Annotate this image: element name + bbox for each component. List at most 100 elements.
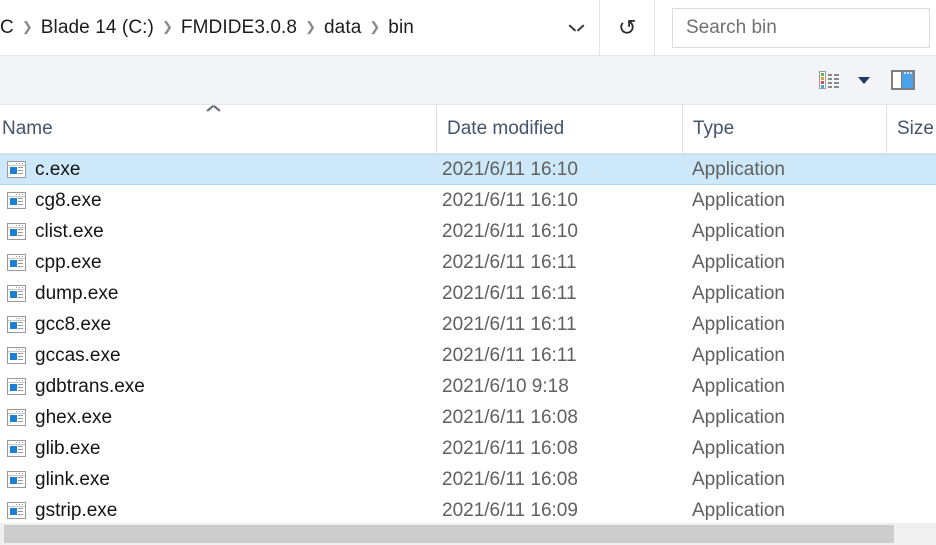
- breadcrumb-item-drive[interactable]: Blade 14 (C:): [38, 15, 157, 41]
- breadcrumb[interactable]: C ❯ Blade 14 (C:) ❯ FMDIDE3.0.8 ❯ data ❯…: [0, 8, 599, 48]
- breadcrumb-separator-icon: ❯: [364, 20, 385, 33]
- view-options-dropdown-button[interactable]: [850, 62, 878, 98]
- file-type-cell: Application: [682, 314, 886, 336]
- application-exe-icon: [7, 316, 26, 333]
- file-type-cell: Application: [682, 190, 886, 212]
- file-name-label: dump.exe: [26, 283, 118, 305]
- file-name-cell: dump.exe: [0, 283, 436, 305]
- breadcrumb-item-c[interactable]: C: [1, 15, 17, 41]
- file-date-cell: 2021/6/11 16:10: [436, 159, 682, 181]
- table-row[interactable]: glink.exe 2021/6/11 16:08 Application: [0, 464, 936, 495]
- column-header-date-modified[interactable]: Date modified: [436, 105, 682, 153]
- file-date-cell: 2021/6/11 16:09: [436, 500, 682, 522]
- table-row[interactable]: cg8.exe 2021/6/11 16:10 Application: [0, 185, 936, 216]
- file-name-cell: gdbtrans.exe: [0, 376, 436, 398]
- file-name-cell: clist.exe: [0, 221, 436, 243]
- file-name-label: ghex.exe: [26, 407, 112, 429]
- view-controls-group: [808, 56, 936, 104]
- column-header-date-label: Date modified: [447, 118, 564, 140]
- file-name-label: clist.exe: [26, 221, 104, 243]
- file-name-cell: glink.exe: [0, 469, 436, 491]
- file-type-cell: Application: [682, 438, 886, 460]
- breadcrumb-item-data[interactable]: data: [321, 15, 364, 41]
- file-name-label: glib.exe: [26, 438, 101, 460]
- application-exe-icon: [7, 254, 26, 271]
- file-type-cell: Application: [682, 407, 886, 429]
- file-name-label: cpp.exe: [26, 252, 102, 274]
- application-exe-icon: [7, 502, 26, 519]
- preview-pane-icon: [891, 70, 915, 90]
- file-date-cell: 2021/6/11 16:08: [436, 438, 682, 460]
- view-toolbar: [0, 56, 936, 105]
- file-date-cell: 2021/6/11 16:11: [436, 314, 682, 336]
- file-type-cell: Application: [682, 376, 886, 398]
- application-exe-icon: [7, 440, 26, 457]
- details-view-button[interactable]: [808, 62, 850, 98]
- breadcrumb-item-bin[interactable]: bin: [385, 15, 417, 41]
- file-explorer-window: C ❯ Blade 14 (C:) ❯ FMDIDE3.0.8 ❯ data ❯…: [0, 0, 936, 545]
- refresh-button[interactable]: ↻: [599, 0, 655, 56]
- table-row[interactable]: ghex.exe 2021/6/11 16:08 Application: [0, 402, 936, 433]
- file-type-cell: Application: [682, 221, 886, 243]
- table-row[interactable]: c.exe 2021/6/11 16:10 Application: [0, 154, 936, 185]
- search-input[interactable]: [673, 8, 929, 48]
- column-header-size[interactable]: Size: [886, 105, 936, 153]
- breadcrumb-separator-icon: ❯: [157, 20, 178, 33]
- breadcrumb-list: C ❯ Blade 14 (C:) ❯ FMDIDE3.0.8 ❯ data ❯…: [1, 15, 554, 41]
- file-name-label: gccas.exe: [26, 345, 121, 367]
- file-date-cell: 2021/6/11 16:11: [436, 252, 682, 274]
- chevron-down-icon: [570, 24, 583, 32]
- file-name-label: gcc8.exe: [26, 314, 111, 336]
- application-exe-icon: [7, 409, 26, 426]
- file-name-cell: c.exe: [0, 159, 436, 181]
- application-exe-icon: [7, 378, 26, 395]
- file-name-cell: gccas.exe: [0, 345, 436, 367]
- column-header-type[interactable]: Type: [682, 105, 886, 153]
- file-date-cell: 2021/6/11 16:10: [436, 221, 682, 243]
- file-date-cell: 2021/6/11 16:08: [436, 469, 682, 491]
- breadcrumb-separator-icon: ❯: [17, 20, 38, 33]
- file-name-cell: gstrip.exe: [0, 500, 436, 522]
- file-type-cell: Application: [682, 469, 886, 491]
- file-list[interactable]: c.exe 2021/6/11 16:10 Application cg8.ex…: [0, 154, 936, 523]
- horizontal-scrollbar-thumb[interactable]: [4, 525, 894, 543]
- table-row[interactable]: glib.exe 2021/6/11 16:08 Application: [0, 433, 936, 464]
- column-header-name[interactable]: Name: [0, 105, 436, 153]
- file-date-cell: 2021/6/11 16:10: [436, 190, 682, 212]
- file-type-cell: Application: [682, 345, 886, 367]
- column-header-size-label: Size: [897, 118, 934, 140]
- application-exe-icon: [7, 161, 26, 178]
- table-row[interactable]: gdbtrans.exe 2021/6/10 9:18 Application: [0, 371, 936, 402]
- breadcrumb-item-fmdide[interactable]: FMDIDE3.0.8: [178, 15, 300, 41]
- table-row[interactable]: gccas.exe 2021/6/11 16:11 Application: [0, 340, 936, 371]
- sort-ascending-icon: [207, 108, 220, 116]
- table-row[interactable]: dump.exe 2021/6/11 16:11 Application: [0, 278, 936, 309]
- application-exe-icon: [7, 223, 26, 240]
- file-name-label: c.exe: [26, 159, 80, 181]
- column-header-row: Name Date modified Type Size: [0, 105, 936, 154]
- details-view-icon: [819, 71, 839, 89]
- search-box[interactable]: [672, 8, 930, 48]
- file-name-cell: ghex.exe: [0, 407, 436, 429]
- file-type-cell: Application: [682, 283, 886, 305]
- preview-pane-button[interactable]: [878, 62, 928, 98]
- file-name-cell: gcc8.exe: [0, 314, 436, 336]
- file-date-cell: 2021/6/11 16:11: [436, 283, 682, 305]
- file-name-label: cg8.exe: [26, 190, 102, 212]
- file-date-cell: 2021/6/11 16:08: [436, 407, 682, 429]
- file-name-cell: cg8.exe: [0, 190, 436, 212]
- address-history-dropdown-button[interactable]: [554, 9, 598, 47]
- table-row[interactable]: cpp.exe 2021/6/11 16:11 Application: [0, 247, 936, 278]
- file-type-cell: Application: [682, 252, 886, 274]
- file-date-cell: 2021/6/10 9:18: [436, 376, 682, 398]
- column-header-name-label: Name: [2, 118, 53, 140]
- horizontal-scrollbar[interactable]: [0, 523, 936, 545]
- table-row[interactable]: gcc8.exe 2021/6/11 16:11 Application: [0, 309, 936, 340]
- file-type-cell: Application: [682, 500, 886, 522]
- file-date-cell: 2021/6/11 16:11: [436, 345, 682, 367]
- application-exe-icon: [7, 347, 26, 364]
- file-name-label: gstrip.exe: [26, 500, 117, 522]
- table-row[interactable]: gstrip.exe 2021/6/11 16:09 Application: [0, 495, 936, 523]
- table-row[interactable]: clist.exe 2021/6/11 16:10 Application: [0, 216, 936, 247]
- column-header-type-label: Type: [693, 118, 734, 140]
